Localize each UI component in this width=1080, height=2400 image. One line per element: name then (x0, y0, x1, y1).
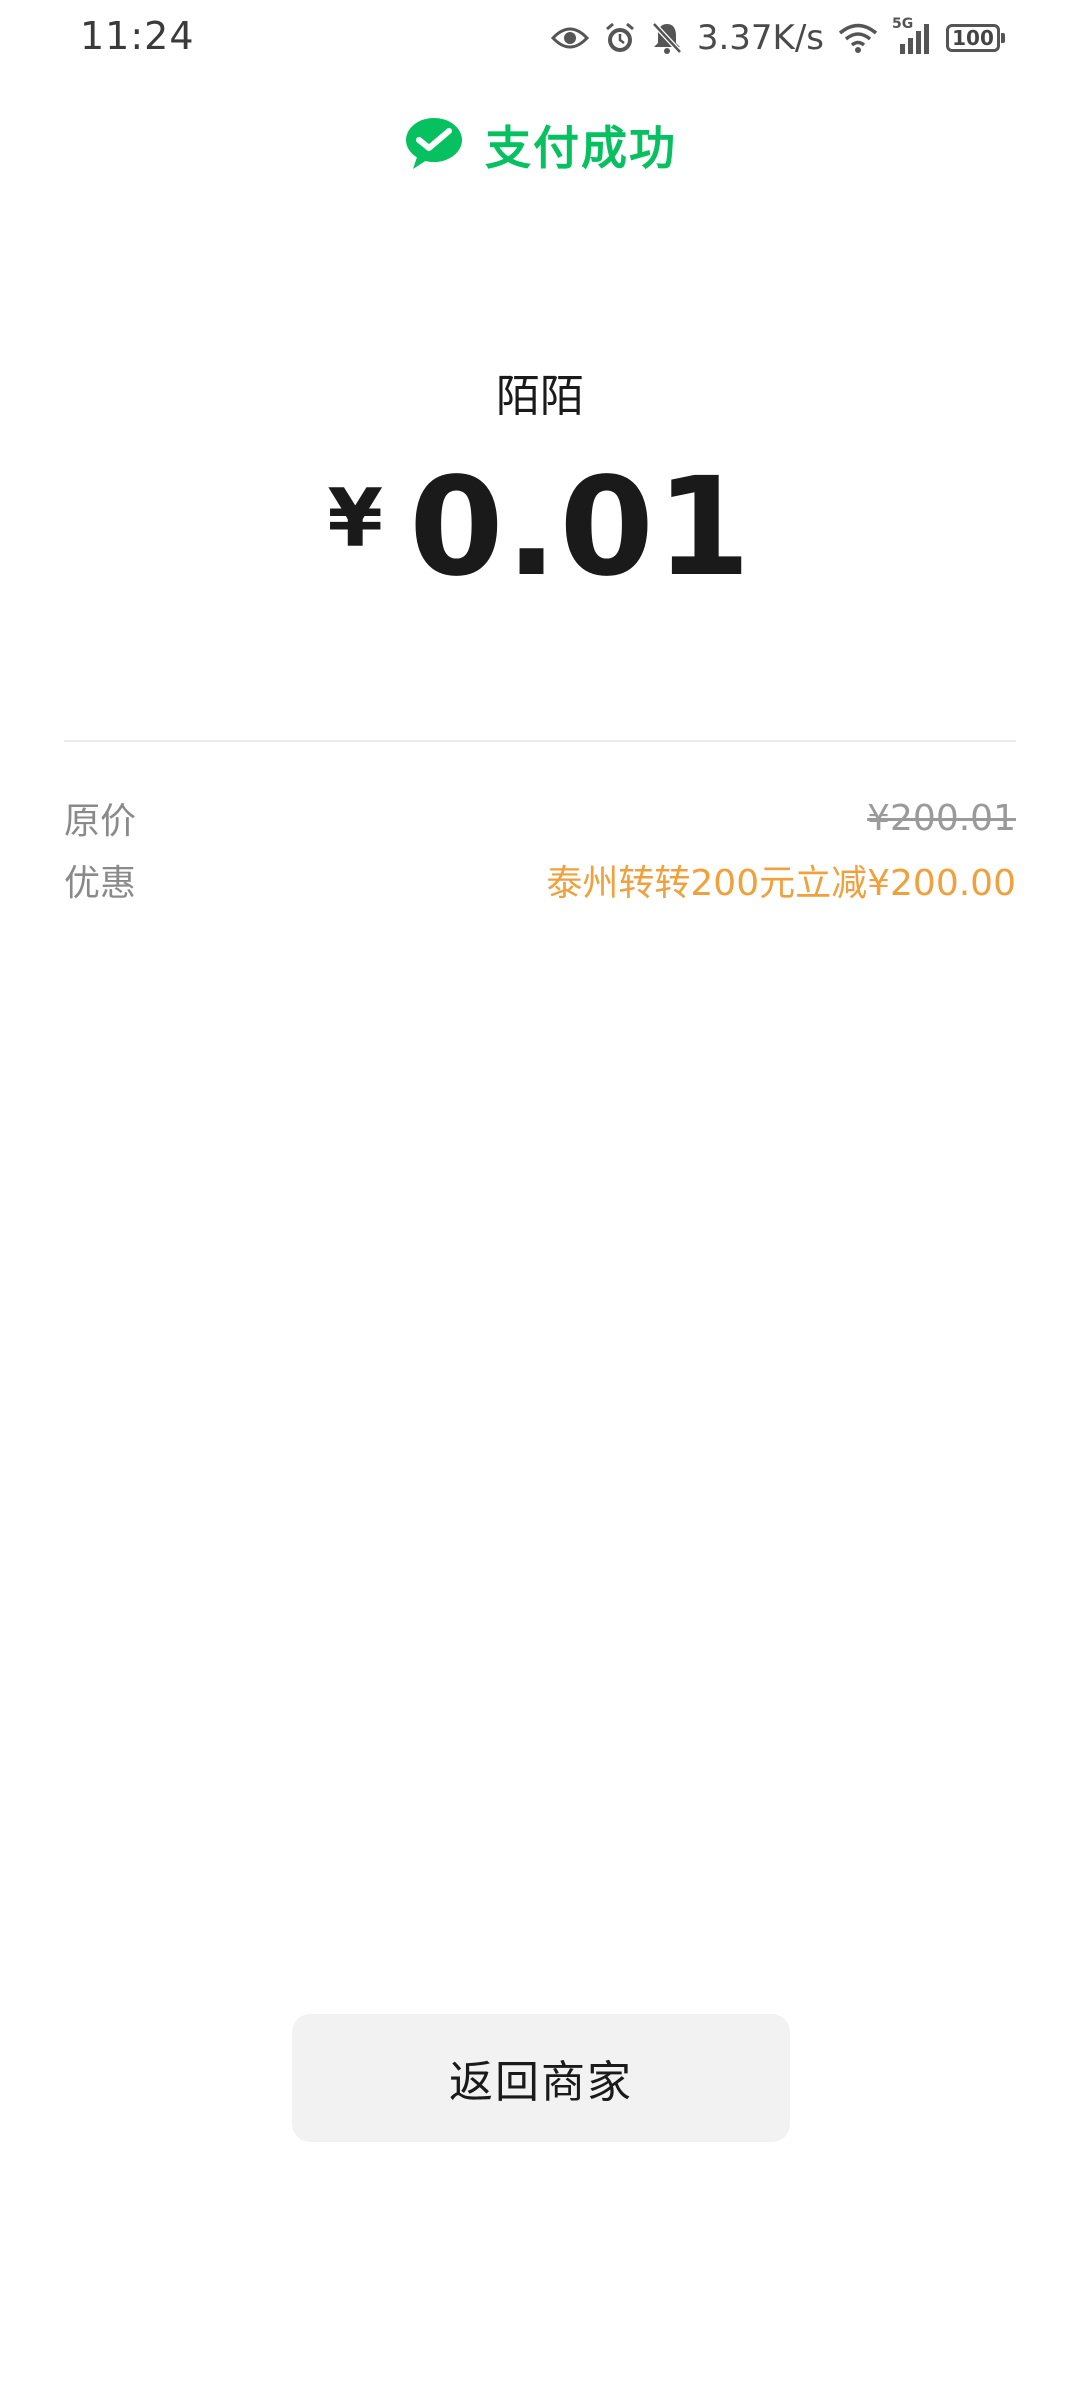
original-price-value: ¥200.01 (867, 797, 1016, 839)
battery-icon: 100 (946, 24, 1005, 52)
eye-icon (550, 24, 589, 52)
amount-value: 0.01 (409, 449, 753, 607)
original-price-row: 原价 ¥200.01 (64, 792, 1016, 844)
net-speed: 3.37K/s (696, 18, 824, 58)
original-price-label: 原价 (64, 801, 137, 842)
status-icons: 3.37K/s 5G 100 (550, 16, 1005, 58)
status-bar: 11:24 3.37K/s 5G 100 (0, 0, 1080, 76)
signal-5g-icon: 5G (892, 16, 932, 54)
bell-off-icon (651, 21, 683, 55)
payment-success-screen: 11:24 3.37K/s 5G 100 支付成功 陌陌 ¥ 0.01 原价 ¥… (0, 0, 1080, 2400)
wifi-icon (838, 22, 878, 54)
status-time: 11:24 (80, 14, 195, 58)
wechat-pay-icon (403, 115, 465, 175)
payment-status-header: 支付成功 (0, 112, 1080, 178)
back-to-merchant-button[interactable]: 返回商家 (292, 2014, 790, 2142)
payment-status-title: 支付成功 (485, 121, 677, 175)
alarm-icon (603, 21, 637, 55)
discount-value: 泰州转转200元立减¥200.00 (546, 863, 1016, 904)
currency-symbol: ¥ (327, 472, 384, 565)
divider (64, 740, 1016, 742)
discount-label: 优惠 (64, 863, 137, 904)
discount-row: 优惠 泰州转转200元立减¥200.00 (64, 854, 1016, 906)
payment-amount: ¥ 0.01 (0, 460, 1080, 596)
merchant-name: 陌陌 (496, 371, 584, 422)
